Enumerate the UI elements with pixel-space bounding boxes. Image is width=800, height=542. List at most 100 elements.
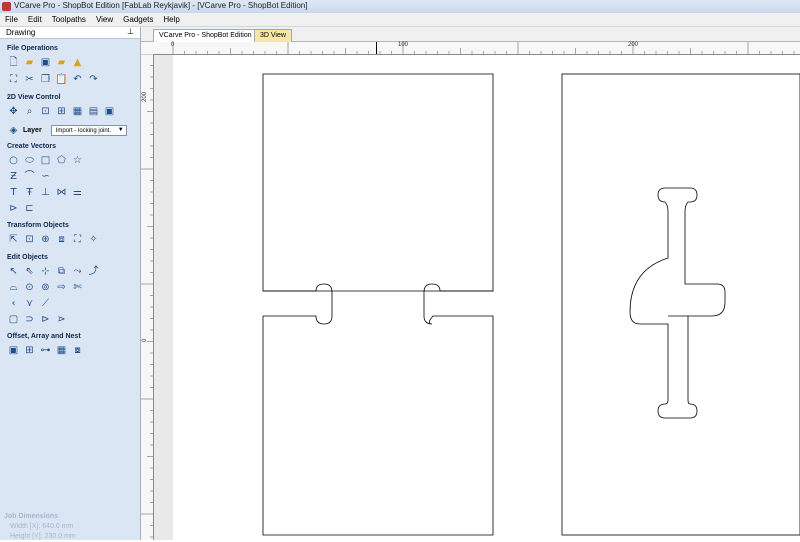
undo-icon[interactable]: ↶ (71, 73, 84, 86)
intersect-icon[interactable]: ⊚ (39, 281, 52, 294)
section-edit: Edit Objects (7, 254, 48, 261)
panel-title: Drawing (6, 28, 36, 37)
text-icon[interactable]: T (7, 186, 20, 199)
import-icon[interactable]: ▲ (71, 56, 84, 69)
join-vector-icon[interactable]: ⋗ (55, 313, 68, 326)
dimension-icon[interactable]: ⊥ (39, 186, 52, 199)
arc-fit-icon[interactable]: ⊃ (23, 313, 36, 326)
nest-icon[interactable]: ▦ (55, 344, 68, 357)
pin-icon[interactable]: ⊥ (127, 27, 134, 36)
extend-icon[interactable]: ⟋ (39, 297, 52, 310)
text-on-curve-icon[interactable]: Ŧ (23, 186, 36, 199)
ruler-left: 200 0 (141, 53, 154, 540)
zoom-fit-icon[interactable]: ⊞ (55, 105, 68, 118)
material-sheet (173, 55, 800, 540)
app-icon (2, 2, 11, 11)
rotate-icon[interactable]: ✧ (87, 233, 100, 246)
section-create-vectors: Create Vectors (7, 143, 57, 150)
section-transform: Transform Objects (7, 222, 69, 229)
polyline-icon[interactable]: Ƶ (7, 170, 20, 183)
array-icon[interactable]: ⊞ (23, 344, 36, 357)
bezier-icon[interactable]: ⊳ (7, 202, 20, 215)
cut-icon[interactable]: ✂ (23, 73, 36, 86)
curve-icon[interactable]: ∽ (39, 170, 52, 183)
interactive-trim-icon[interactable]: ✄ (71, 281, 84, 294)
corner-icon[interactable]: ‹ (7, 297, 20, 310)
ruler-top-label-0: 0 (171, 42, 175, 48)
smart-snap-icon[interactable]: ⊹ (39, 265, 52, 278)
ruler-cursor-marker (376, 42, 377, 54)
scale-icon[interactable]: ⛶ (71, 233, 84, 246)
pan-icon[interactable]: ✥ (7, 105, 20, 118)
zoom-box-icon[interactable]: ⊡ (39, 105, 52, 118)
job-width: Width [X]: 640.0 mm (10, 523, 74, 530)
ruler-left-label-0: 0 (142, 338, 148, 342)
offset-vector-icon[interactable]: ▣ (7, 344, 20, 357)
weld-icon[interactable]: ⌓ (7, 281, 20, 294)
open-file-icon[interactable]: ▰ (23, 56, 36, 69)
ellipse-icon[interactable]: ⬭ (23, 154, 36, 167)
polygon-icon[interactable]: ⬠ (55, 154, 68, 167)
paste-icon[interactable]: 📋 (55, 73, 68, 86)
copy-icon[interactable]: ❐ (39, 73, 52, 86)
layer-dropdown[interactable]: Import - locking joint. ▼ (50, 125, 127, 136)
drawing-panel: Drawing ⊥ File Operations 🗋 ▰ ▣ ▰ ▲ ⛶ ✂ … (0, 27, 141, 540)
menu-toolpaths[interactable]: Toolpaths (47, 13, 91, 25)
tab-3d-view[interactable]: 3D View (254, 29, 292, 42)
layer-label: Layer (23, 127, 42, 134)
star-icon[interactable]: ☆ (71, 154, 84, 167)
folder-icon[interactable]: ▰ (55, 56, 68, 69)
tab-main-view[interactable]: VCarve Pro - ShopBot Edition (153, 29, 258, 42)
title-bar: VCarve Pro - ShopBot Edition [FabLab Rey… (0, 0, 800, 14)
menu-view[interactable]: View (91, 13, 118, 25)
center-icon[interactable]: ⊕ (39, 233, 52, 246)
job-dimensions-title: Job Dimensions (4, 513, 59, 520)
close-vector-icon[interactable]: ⊳ (39, 313, 52, 326)
menu-gadgets[interactable]: Gadgets (118, 13, 158, 25)
ruler-left-label-200: 200 (142, 91, 148, 102)
circular-array-icon[interactable]: ⊶ (39, 344, 52, 357)
pointer-icon[interactable]: ↖ (7, 265, 20, 278)
ruler-icon[interactable]: ▤ (87, 105, 100, 118)
layers-icon: ◈ (9, 125, 18, 136)
menu-edit[interactable]: Edit (23, 13, 47, 25)
save-icon[interactable]: ▣ (39, 56, 52, 69)
fillet-icon[interactable]: ⤳ (71, 265, 84, 278)
grid-icon[interactable]: ▦ (71, 105, 84, 118)
join-icon[interactable]: ⤴ (87, 265, 100, 278)
reverse-icon[interactable]: ⇨ (55, 281, 68, 294)
section-view-control: 2D View Control (7, 94, 61, 101)
chevron-down-icon: ▼ (117, 127, 124, 133)
redo-icon[interactable]: ↷ (87, 73, 100, 86)
move-icon[interactable]: ⇱ (7, 233, 20, 246)
align-icon[interactable]: ⊡ (23, 233, 36, 246)
subtract-icon[interactable]: ⊙ (23, 281, 36, 294)
window-icon[interactable]: ▣ (103, 105, 116, 118)
mirror-icon[interactable]: ⧈ (55, 233, 68, 246)
measure-icon[interactable]: ⋈ (55, 186, 68, 199)
node-edit-icon[interactable]: ⇖ (23, 265, 36, 278)
hatch-icon[interactable]: ⚌ (71, 186, 84, 199)
zoom-icon[interactable]: ⌕ (23, 105, 36, 118)
menu-file[interactable]: File (0, 13, 23, 25)
copy-along-icon[interactable]: ⧇ (71, 344, 84, 357)
bounding-icon[interactable]: ▢ (7, 313, 20, 326)
section-file-operations: File Operations (7, 45, 58, 52)
fillet-tool-icon[interactable]: ⋎ (23, 297, 36, 310)
ruler-left-ticks (141, 53, 153, 538)
drawing-canvas[interactable] (154, 55, 800, 540)
select-icon[interactable]: ⛶ (7, 73, 20, 86)
arc-icon[interactable]: ⌒ (23, 170, 36, 183)
ruler-top-ticks (172, 42, 795, 54)
window-title: VCarve Pro - ShopBot Edition [FabLab Rey… (14, 1, 308, 10)
canvas-drawing (173, 55, 800, 540)
rectangle-icon[interactable]: □ (39, 154, 52, 167)
circle-icon[interactable]: ○ (7, 154, 20, 167)
section-offset: Offset, Array and Nest (7, 333, 81, 340)
node-icon[interactable]: ⊏ (23, 202, 36, 215)
new-file-icon[interactable]: 🗋 (7, 56, 20, 69)
menu-help[interactable]: Help (158, 13, 184, 25)
trim-icon[interactable]: ⧉ (55, 265, 68, 278)
ruler-top-label-200: 200 (628, 42, 639, 48)
job-height: Height [Y]: 230.0 mm (10, 533, 76, 540)
